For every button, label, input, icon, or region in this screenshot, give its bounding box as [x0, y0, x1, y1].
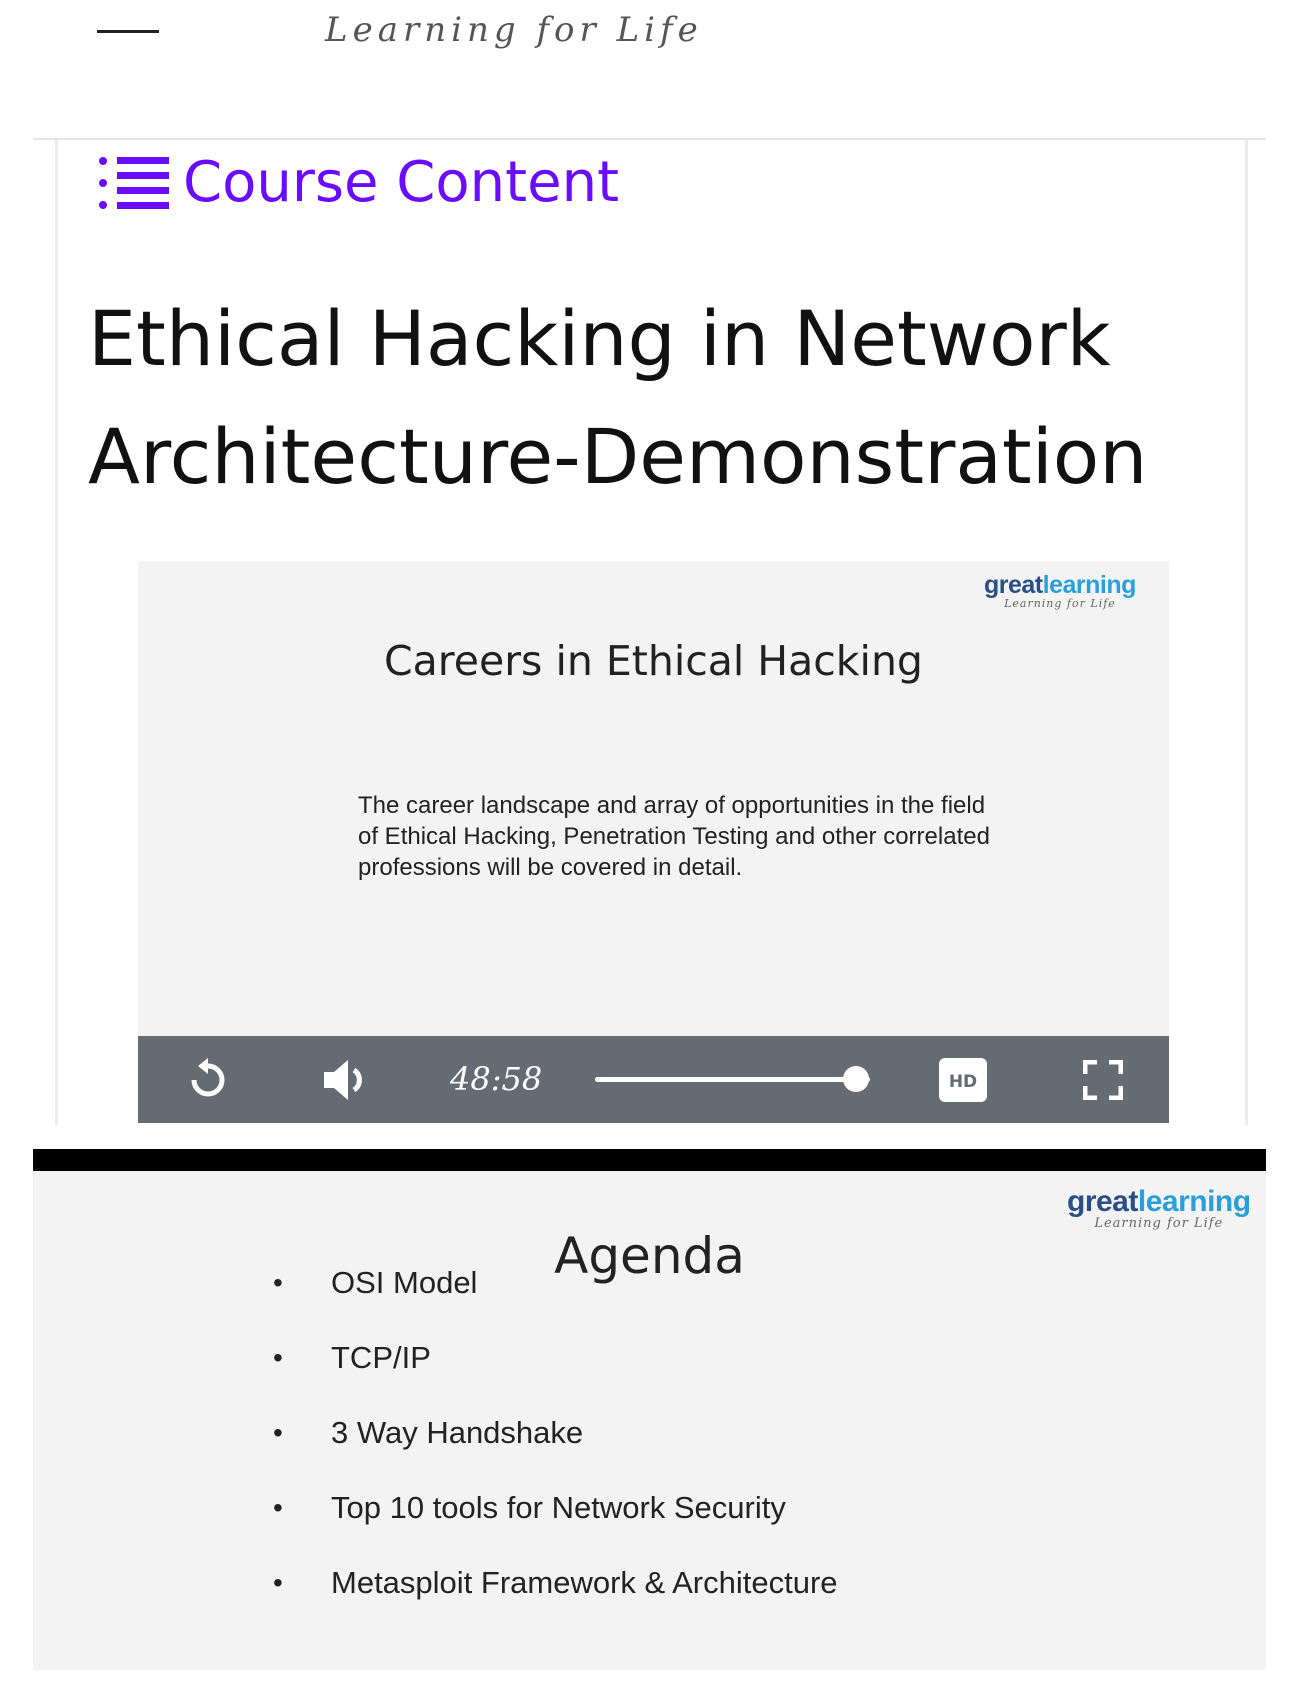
- agenda-item: OSI Model: [273, 1263, 838, 1338]
- video-time: 48:58: [450, 1060, 543, 1098]
- seek-bar[interactable]: [595, 1036, 870, 1123]
- greatlearning-logo: greatlearning Learning for Life: [984, 571, 1136, 610]
- svg-text:HD: HD: [949, 1072, 977, 1092]
- video-divider: [33, 1149, 1266, 1171]
- video-controls: 48:58 HD: [138, 1036, 1169, 1123]
- agenda-list: OSI Model TCP/IP 3 Way Handshake Top 10 …: [273, 1263, 838, 1638]
- seek-track: [595, 1077, 870, 1082]
- seek-thumb[interactable]: [843, 1066, 870, 1092]
- agenda-item: TCP/IP: [273, 1338, 838, 1413]
- agenda-item: Top 10 tools for Network Security: [273, 1488, 838, 1563]
- slide-description: The career landscape and array of opport…: [358, 792, 990, 881]
- replay-button[interactable]: [168, 1036, 248, 1123]
- menu-icon[interactable]: [97, 30, 159, 33]
- hd-button[interactable]: HD: [933, 1036, 993, 1123]
- lesson-title: Ethical Hacking in Network Architecture-…: [88, 294, 1148, 501]
- site-tagline: Learning for Life: [325, 10, 703, 50]
- hd-icon: HD: [939, 1057, 987, 1102]
- replay-icon: [191, 1057, 225, 1096]
- course-content-link[interactable]: Course Content: [97, 150, 619, 215]
- video-player[interactable]: greatlearning Learning for Life Careers …: [138, 561, 1169, 1123]
- course-content-label: Course Content: [183, 150, 620, 215]
- fullscreen-icon: [1083, 1059, 1123, 1100]
- agenda-slide: greatlearning Learning for Life Agenda O…: [33, 1171, 1266, 1670]
- slide-title: Careers in Ethical Hacking: [384, 637, 923, 685]
- volume-button[interactable]: [306, 1036, 386, 1123]
- volume-icon: [324, 1059, 362, 1100]
- greatlearning-logo: greatlearning Learning for Life: [1067, 1185, 1251, 1231]
- fullscreen-button[interactable]: [1068, 1036, 1138, 1123]
- list-icon: [99, 156, 169, 209]
- agenda-item: Metasploit Framework & Architecture: [273, 1563, 838, 1638]
- top-bar: Learning for Life: [0, 0, 1300, 138]
- agenda-item: 3 Way Handshake: [273, 1413, 838, 1488]
